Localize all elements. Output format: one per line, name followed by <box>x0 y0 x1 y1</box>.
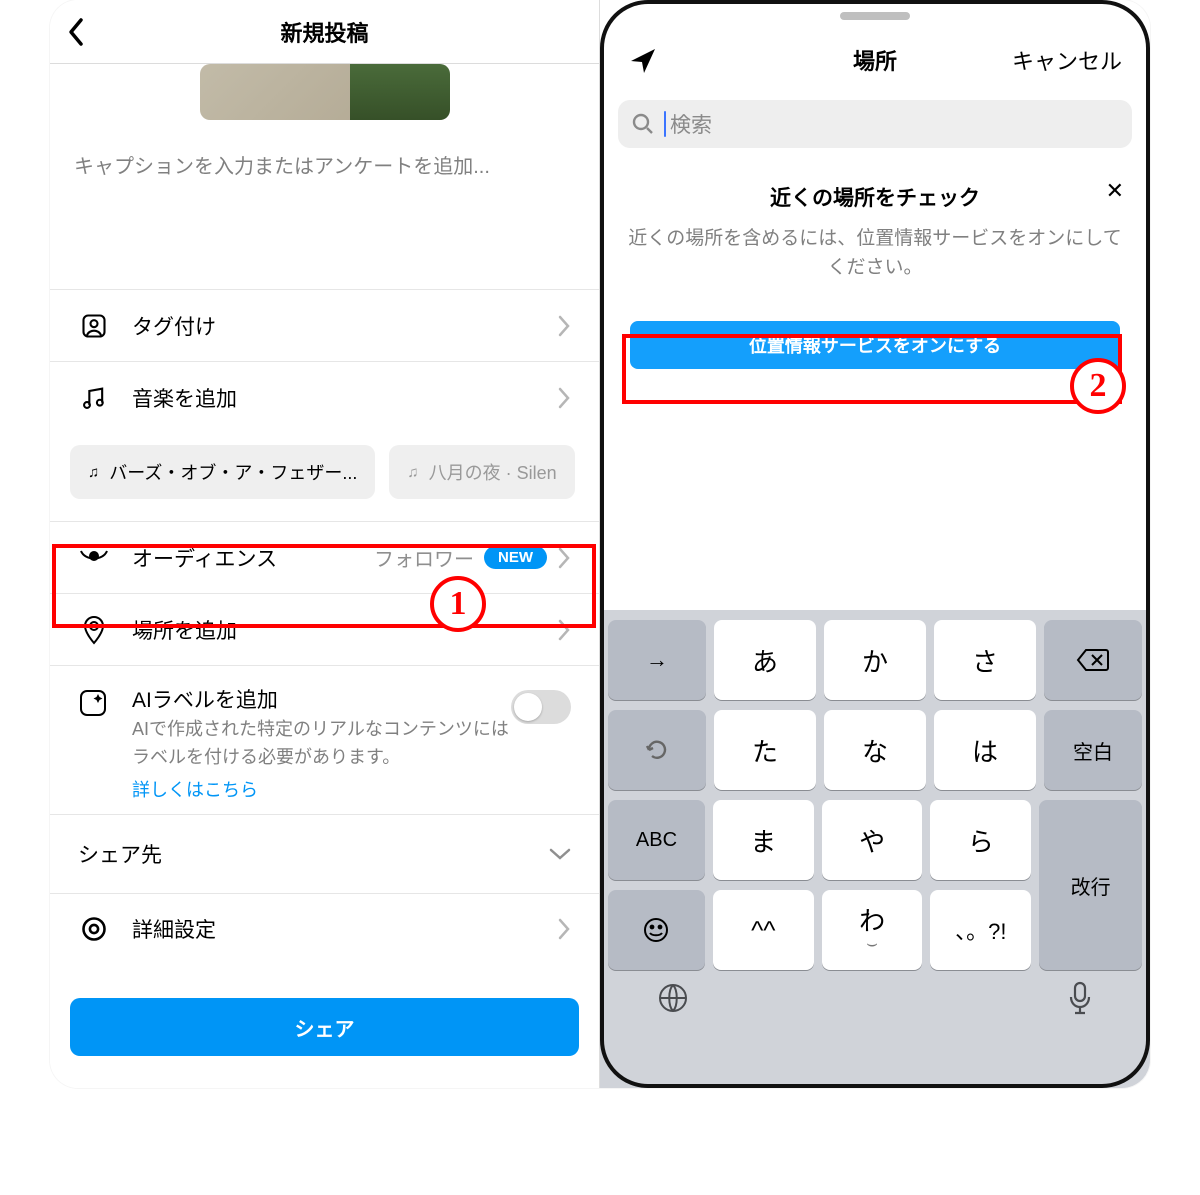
music-chip[interactable]: ♫ バーズ・オブ・ア・フェザー... <box>70 445 375 499</box>
key-ka[interactable]: か <box>824 620 926 700</box>
mic-icon[interactable] <box>1066 980 1094 1016</box>
key-wa[interactable]: わ ⌣ <box>822 890 923 970</box>
key-ma[interactable]: ま <box>713 800 814 880</box>
key-emoji[interactable] <box>608 890 705 970</box>
note-icon: ♫ <box>407 464 418 481</box>
back-icon[interactable] <box>66 17 86 47</box>
key-ta[interactable]: た <box>714 710 816 790</box>
search-icon <box>632 113 654 135</box>
gear-icon <box>78 915 110 943</box>
music-chip-label: バーズ・オブ・ア・フェザー... <box>109 459 357 485</box>
header: 新規投稿 <box>50 0 599 64</box>
caption-input[interactable]: キャプションを入力またはアンケートを追加... <box>50 120 599 289</box>
ai-label-toggle[interactable] <box>511 690 571 724</box>
ai-label-title: AIラベルを追加 <box>132 684 511 714</box>
eye-icon <box>78 547 110 569</box>
location-pin-icon <box>78 615 110 645</box>
music-label: 音楽を追加 <box>132 383 557 413</box>
music-chip[interactable]: ♫ 八月の夜 · Silen <box>389 445 574 499</box>
chevron-right-icon <box>557 315 571 337</box>
key-punct[interactable]: 、。?! <box>930 890 1031 970</box>
music-chip-label: 八月の夜 · Silen <box>429 459 557 485</box>
new-badge: NEW <box>484 546 547 569</box>
audience-value: フォロワー <box>374 543 474 572</box>
key-next[interactable]: → <box>608 620 706 700</box>
page-title: 場所 <box>853 44 897 76</box>
key-na[interactable]: な <box>824 710 926 790</box>
tag-people-row[interactable]: タグ付け <box>50 289 599 361</box>
chevron-right-icon <box>557 547 571 569</box>
music-icon <box>78 384 110 412</box>
advanced-label: 詳細設定 <box>132 914 557 944</box>
close-icon[interactable]: ✕ <box>1106 178 1124 204</box>
location-arrow-icon[interactable] <box>628 46 658 76</box>
key-caret[interactable]: ^^ <box>713 890 814 970</box>
text-cursor <box>664 111 666 137</box>
search-placeholder: 検索 <box>670 109 712 139</box>
ai-label-link[interactable]: 詳しくはこちら <box>132 776 511 802</box>
page-title: 新規投稿 <box>280 16 368 48</box>
nearby-places-info: ✕ 近くの場所をチェック 近くの場所を含めるには、位置情報サービスをオンにしてく… <box>600 148 1150 283</box>
location-label: 場所を追加 <box>132 615 557 645</box>
key-delete[interactable] <box>1044 620 1142 700</box>
header: 場所 キャンセル <box>600 0 1150 86</box>
ios-japanese-keyboard: → あ か さ た な は 空白 ABC ま や ら <box>600 610 1150 1088</box>
person-tag-icon <box>78 312 110 340</box>
ai-label-row: AIラベルを追加 AIで作成された特定のリアルなコンテンツにはラベルを付ける必要… <box>50 665 599 814</box>
note-icon: ♫ <box>88 464 99 481</box>
add-location-row[interactable]: 場所を追加 <box>50 593 599 665</box>
enable-location-button[interactable]: 位置情報サービスをオンにする <box>630 321 1120 369</box>
search-input[interactable]: 検索 <box>618 100 1132 148</box>
chevron-right-icon <box>557 918 571 940</box>
add-music-row[interactable]: 音楽を追加 <box>50 361 599 433</box>
new-post-screen: 新規投稿 キャプションを入力またはアンケートを追加... タグ付け 音楽を追加 … <box>50 0 600 1088</box>
advanced-settings-row[interactable]: 詳細設定 <box>50 893 599 965</box>
ai-sparkle-icon <box>78 688 110 718</box>
key-a[interactable]: あ <box>714 620 816 700</box>
info-desc: 近くの場所を含めるには、位置情報サービスをオンにしてください。 <box>628 224 1122 283</box>
info-title: 近くの場所をチェック <box>628 182 1122 212</box>
key-return[interactable]: 改行 <box>1039 800 1142 970</box>
chevron-down-icon <box>549 847 571 861</box>
globe-icon[interactable] <box>656 981 690 1015</box>
post-thumbnail[interactable] <box>200 64 450 120</box>
key-ya[interactable]: や <box>822 800 923 880</box>
key-space[interactable]: 空白 <box>1044 710 1142 790</box>
key-ra[interactable]: ら <box>930 800 1031 880</box>
chevron-right-icon <box>557 619 571 641</box>
share-button[interactable]: シェア <box>70 998 579 1056</box>
chevron-right-icon <box>557 387 571 409</box>
share-to-label: シェア先 <box>78 839 162 869</box>
location-search-screen: 場所 キャンセル 検索 ✕ 近くの場所をチェック 近くの場所を含めるには、位置情… <box>600 0 1150 1088</box>
key-sa[interactable]: さ <box>934 620 1036 700</box>
tag-label: タグ付け <box>132 311 557 341</box>
cancel-button[interactable]: キャンセル <box>1012 44 1122 76</box>
key-abc[interactable]: ABC <box>608 800 705 880</box>
audience-label: オーディエンス <box>132 543 374 573</box>
ai-label-desc: AIで作成された特定のリアルなコンテンツにはラベルを付ける必要があります。 <box>132 716 511 772</box>
key-undo[interactable] <box>608 710 706 790</box>
share-to-row[interactable]: シェア先 <box>50 814 599 893</box>
key-ha[interactable]: は <box>934 710 1036 790</box>
music-suggestions: ♫ バーズ・オブ・ア・フェザー... ♫ 八月の夜 · Silen <box>50 433 599 521</box>
audience-row[interactable]: オーディエンス フォロワー NEW <box>50 521 599 593</box>
